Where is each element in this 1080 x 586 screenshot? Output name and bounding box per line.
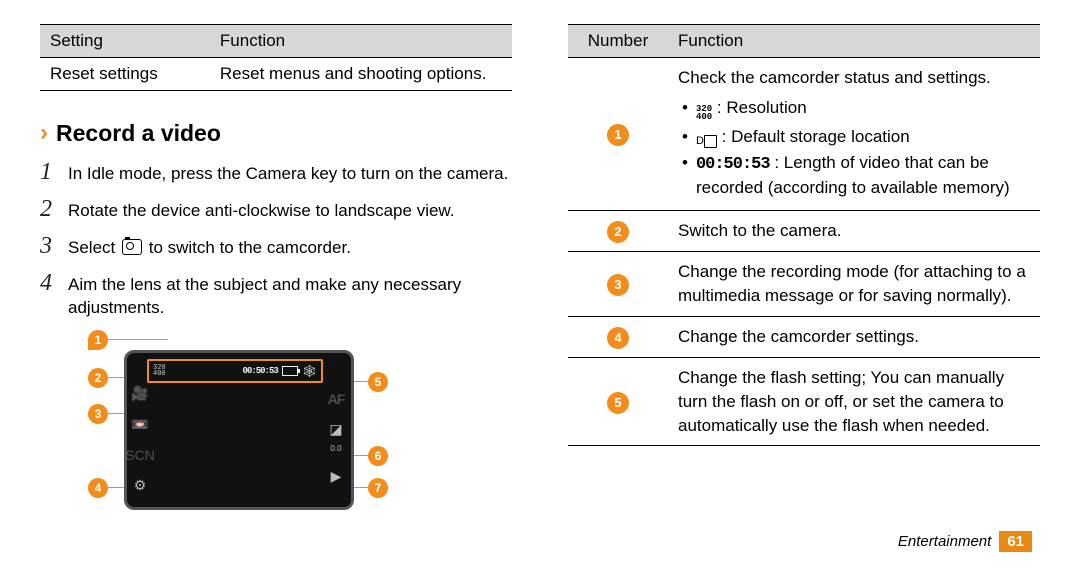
fn-desc: Switch to the camera. <box>668 211 1040 252</box>
fn-desc: Change the recording mode (for attaching… <box>668 252 1040 317</box>
camcorder-figure: 1 2 3 4 5 6 7 320400 00:50:53 🕸 🎥 � <box>54 330 404 520</box>
fn-head-number: Number <box>568 25 668 58</box>
af-label: AF <box>328 391 345 407</box>
step-number: 4 <box>40 270 68 297</box>
settings-row-setting: Reset settings <box>40 58 210 91</box>
chevron-icon: › <box>40 119 48 147</box>
play-icon: ▶ <box>331 468 342 485</box>
settings-row-function: Reset menus and shooting options. <box>210 58 512 91</box>
record-time: 00:50:53 <box>243 366 282 376</box>
footer-section: Entertainment <box>898 533 991 550</box>
step-text: Aim the lens at the subject and make any… <box>68 270 512 320</box>
resolution-icon: 320 400 <box>696 105 712 121</box>
page-footer: Entertainment 61 <box>898 531 1032 552</box>
recording-mode-icon: 📼 <box>131 416 148 433</box>
number-badge: 5 <box>607 392 629 414</box>
settings-gear-icon: ⚙ <box>134 477 147 494</box>
step-number: 3 <box>40 233 68 260</box>
step-text: Rotate the device anti-clockwise to land… <box>68 196 454 223</box>
number-badge: 1 <box>607 124 629 146</box>
section-heading: › Record a video <box>40 119 512 147</box>
callout-badge: 1 <box>88 330 108 350</box>
settings-head-setting: Setting <box>40 25 210 58</box>
flash-off-icon: 🕸 <box>298 364 317 378</box>
settings-head-function: Function <box>210 25 512 58</box>
exposure-icon: ◪0.0 <box>329 421 342 454</box>
fn-head-function: Function <box>668 25 1040 58</box>
callout-badge: 2 <box>88 368 108 388</box>
step-text: In Idle mode, press the Camera key to tu… <box>68 159 508 186</box>
camera-icon <box>122 239 142 255</box>
number-badge: 4 <box>607 327 629 349</box>
status-strip: 320400 00:50:53 🕸 <box>147 359 323 383</box>
step-text: Select to switch to the camcorder. <box>68 233 351 260</box>
callout-badge: 3 <box>88 404 108 424</box>
number-badge: 3 <box>607 274 629 296</box>
storage-icon: D <box>696 134 717 149</box>
battery-icon <box>282 366 298 376</box>
callout-badge: 4 <box>88 478 108 498</box>
camcorder-screen: 320400 00:50:53 🕸 🎥 📼 SCN ⚙ AF ◪0.0 ▶ <box>124 350 354 510</box>
callout-badge: 6 <box>368 446 388 466</box>
steps-list: 1 In Idle mode, press the Camera key to … <box>40 159 512 320</box>
camcorder-mode-icon: 🎥 <box>131 385 148 402</box>
section-title: Record a video <box>56 120 221 147</box>
fn-desc: Change the flash setting; You can manual… <box>668 357 1040 445</box>
footer-page-number: 61 <box>999 531 1032 552</box>
number-badge: 2 <box>607 221 629 243</box>
fn-bullets: 320 400 : Resolution D : Default storage… <box>680 96 1030 200</box>
function-table: Number Function 1 Check the camcorder st… <box>568 24 1040 446</box>
scene-icon: SCN <box>125 447 155 463</box>
resolution-icon: 320400 <box>153 365 166 377</box>
fn-desc: Change the camcorder settings. <box>668 316 1040 357</box>
settings-table: Setting Function Reset settings Reset me… <box>40 24 512 91</box>
step-number: 1 <box>40 159 68 186</box>
time-icon: 00:50:53 <box>696 155 770 174</box>
callout-badge: 7 <box>368 478 388 498</box>
callout-badge: 5 <box>368 372 388 392</box>
step-number: 2 <box>40 196 68 223</box>
fn-desc: Check the camcorder status and settings.… <box>668 58 1040 211</box>
